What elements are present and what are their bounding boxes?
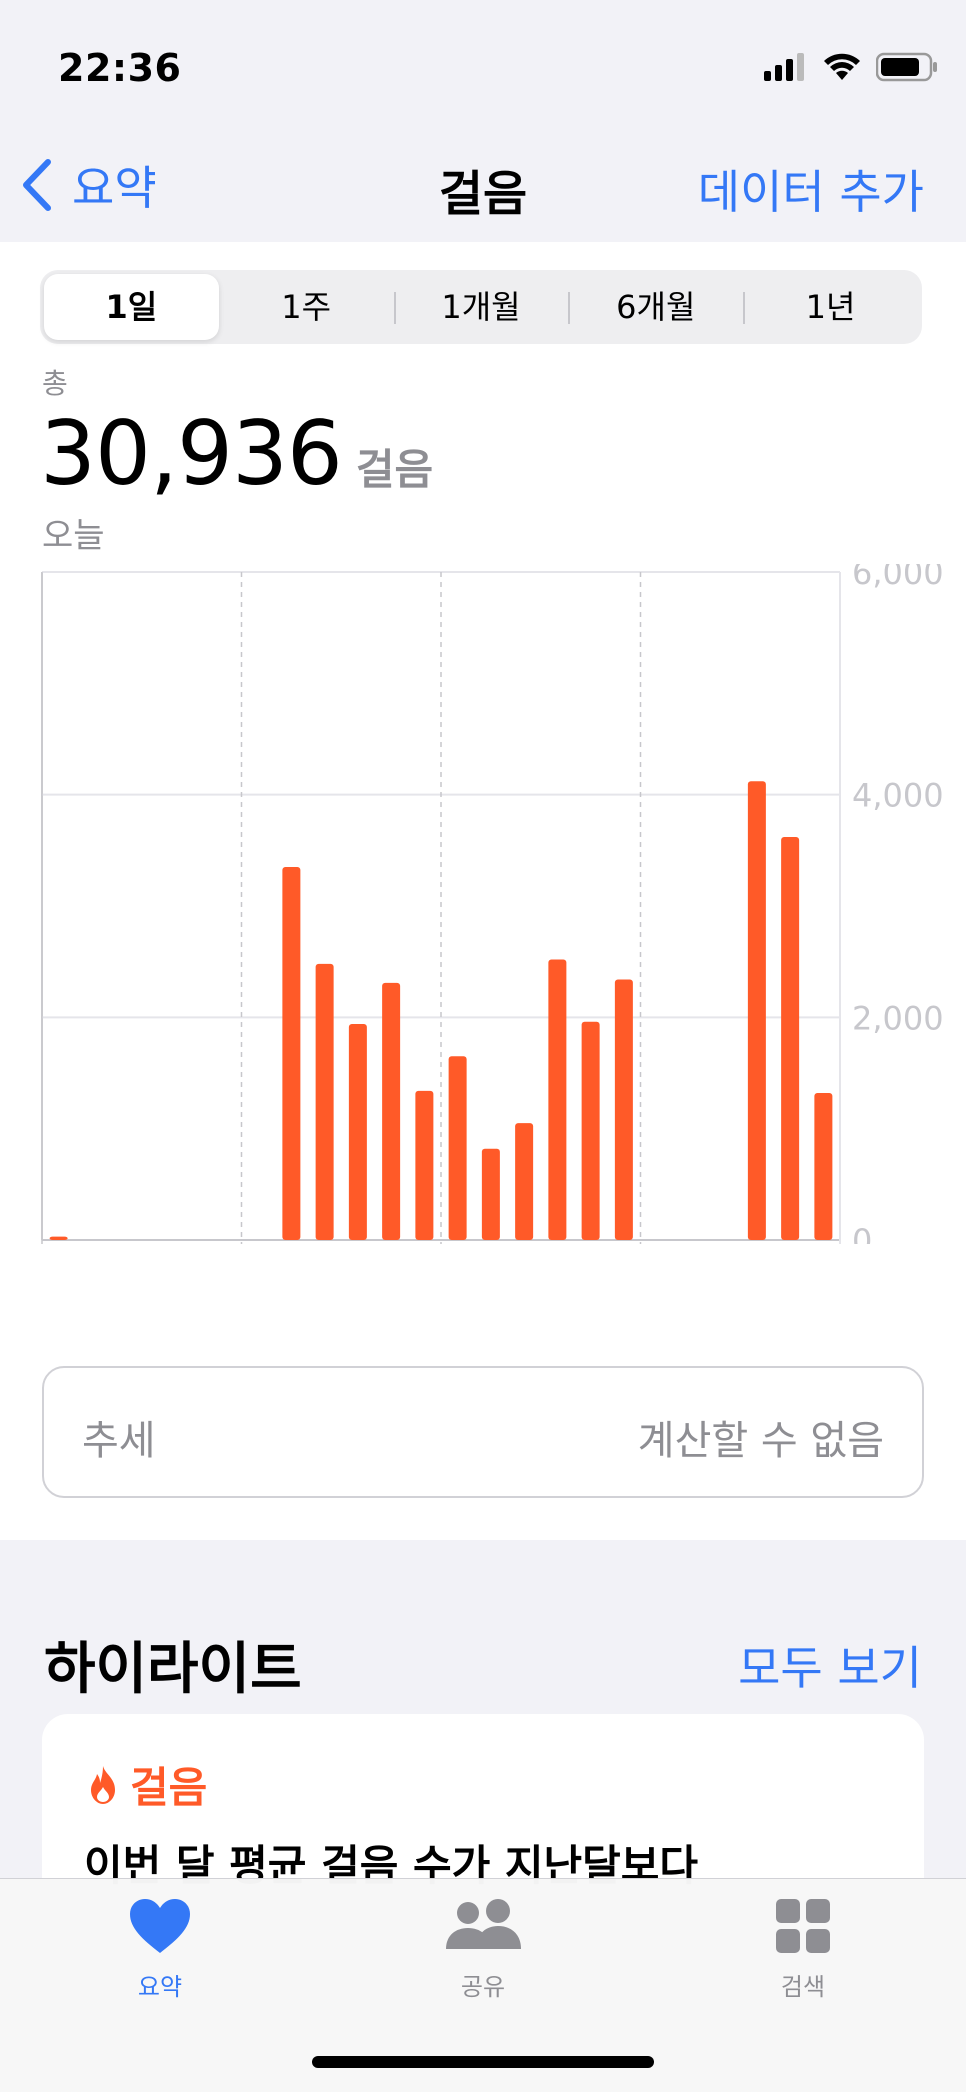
total-row: 30,936 걸음: [40, 402, 433, 505]
navigation-bar: 요약 걸음 데이터 추가: [0, 130, 966, 242]
chart-bar: [747, 781, 766, 1240]
grid-icon: [776, 1899, 830, 1953]
status-icons: [764, 52, 938, 82]
time-range-segmented-control: 1일 1주 1개월 6개월 1년: [40, 270, 922, 344]
highlight-category-label: 걸음: [130, 1763, 208, 1812]
chart-bar: [315, 963, 334, 1240]
see-all-button[interactable]: 모두 보기: [738, 1632, 922, 1698]
tab-browse-label: 검색: [780, 1973, 826, 2001]
highlight-category: 걸음: [88, 1754, 207, 1815]
segment-week[interactable]: 1주: [219, 274, 394, 340]
status-bar: 22:36: [0, 0, 966, 130]
add-data-button[interactable]: 데이터 추가: [698, 156, 924, 222]
wifi-icon: [824, 53, 860, 80]
chart-bar: [415, 1090, 434, 1240]
trend-row[interactable]: 추세 계산할 수 없음: [42, 1366, 924, 1498]
flame-icon: [91, 1765, 115, 1804]
highlights-title: 하이라이트: [44, 1637, 302, 1702]
home-indicator: [312, 2056, 654, 2068]
trend-label: 추세: [82, 1418, 156, 1464]
total-steps-unit: 걸음: [355, 445, 434, 494]
trend-value: 계산할 수 없음: [637, 1418, 884, 1464]
total-steps-value: 30,936: [40, 402, 343, 505]
chart-y-tick-label: 6,000: [852, 564, 944, 592]
chart-y-tick-label: 2,000: [852, 999, 944, 1037]
total-label: 총: [42, 367, 68, 400]
tab-browse[interactable]: 검색: [703, 1897, 903, 2002]
highlights-section: 하이라이트 모두 보기 걸음 이번 달 평균 걸음 수가 지난달보다: [0, 1540, 966, 2014]
chart-bar: [481, 1148, 500, 1240]
tab-sharing[interactable]: 공유: [383, 1897, 583, 2002]
steps-bar-chart[interactable]: 6,0004,0002,00000시6시12시18시: [0, 564, 966, 1244]
battery-icon: [876, 52, 937, 82]
chart-bar: [382, 982, 401, 1240]
chart-bar: [548, 959, 567, 1240]
chart-bar: [814, 1093, 833, 1240]
main-content: 1일 1주 1개월 6개월 1년 총 30,936 걸음 오늘 6,000 4,0…: [0, 242, 966, 1540]
cellular-signal-icon: [764, 53, 804, 81]
chart-bar: [781, 836, 800, 1240]
segment-year[interactable]: 1년: [743, 274, 918, 340]
segment-month[interactable]: 1개월: [393, 274, 569, 340]
chart-bar: [614, 979, 633, 1240]
tab-sharing-label: 공유: [460, 1973, 506, 2001]
tab-summary-label: 요약: [137, 1973, 183, 2001]
date-label: 오늘: [42, 516, 105, 556]
segment-day[interactable]: 1일: [44, 274, 219, 340]
people-icon: [446, 1899, 521, 1949]
segment-6months[interactable]: 6개월: [568, 274, 743, 340]
chart-bar: [282, 867, 301, 1240]
chart-y-tick-label: 0: [852, 1222, 872, 1244]
chart-bar: [515, 1123, 534, 1240]
heart-icon: [130, 1899, 190, 1953]
chart-bar: [448, 1056, 467, 1240]
status-time: 22:36: [58, 46, 182, 90]
tab-summary[interactable]: 요약: [60, 1897, 260, 2002]
chart-bar: [49, 1236, 68, 1240]
chart-y-tick-label: 4,000: [852, 777, 944, 815]
chart-bar: [348, 1024, 367, 1240]
chart-bar: [581, 1021, 600, 1240]
